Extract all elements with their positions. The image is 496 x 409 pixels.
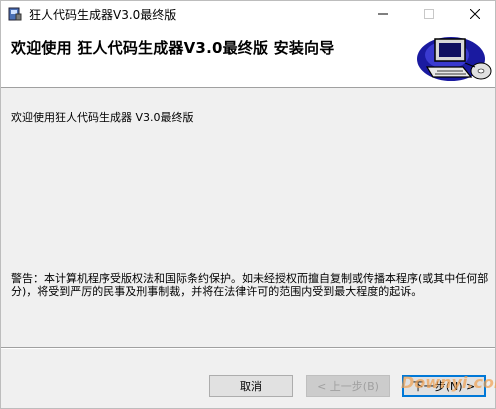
close-icon [470, 9, 480, 19]
maximize-button[interactable] [411, 1, 447, 27]
window-title: 狂人代码生成器V3.0最终版 [29, 8, 177, 22]
maximize-icon [424, 9, 434, 19]
wizard-heading: 欢迎使用 狂人代码生成器V3.0最终版 安装向导 [11, 39, 335, 57]
cancel-button[interactable]: 取消 [209, 375, 293, 397]
installer-window: 狂人代码生成器V3.0最终版 欢迎使用 狂人代码生成器V3.0最终版 安装向导 … [0, 0, 496, 409]
header-banner: 欢迎使用 狂人代码生成器V3.0最终版 安装向导 [1, 27, 495, 88]
copyright-warning: 警告：本计算机程序受版权法和国际条约保护。如未经授权而擅自复制或传播本程序(或其… [11, 272, 489, 298]
welcome-message: 欢迎使用狂人代码生成器 V3.0最终版 [11, 111, 194, 124]
minimize-button[interactable] [365, 1, 401, 27]
close-button[interactable] [457, 1, 493, 27]
minimize-icon [378, 13, 388, 15]
footer-divider [1, 347, 495, 349]
computer-setup-icon [417, 37, 492, 81]
next-button[interactable]: 下一步(N) > [402, 375, 486, 397]
title-bar[interactable]: 狂人代码生成器V3.0最终版 [1, 1, 495, 27]
installer-app-icon [8, 7, 22, 21]
back-button[interactable]: < 上一步(B) [306, 375, 390, 397]
